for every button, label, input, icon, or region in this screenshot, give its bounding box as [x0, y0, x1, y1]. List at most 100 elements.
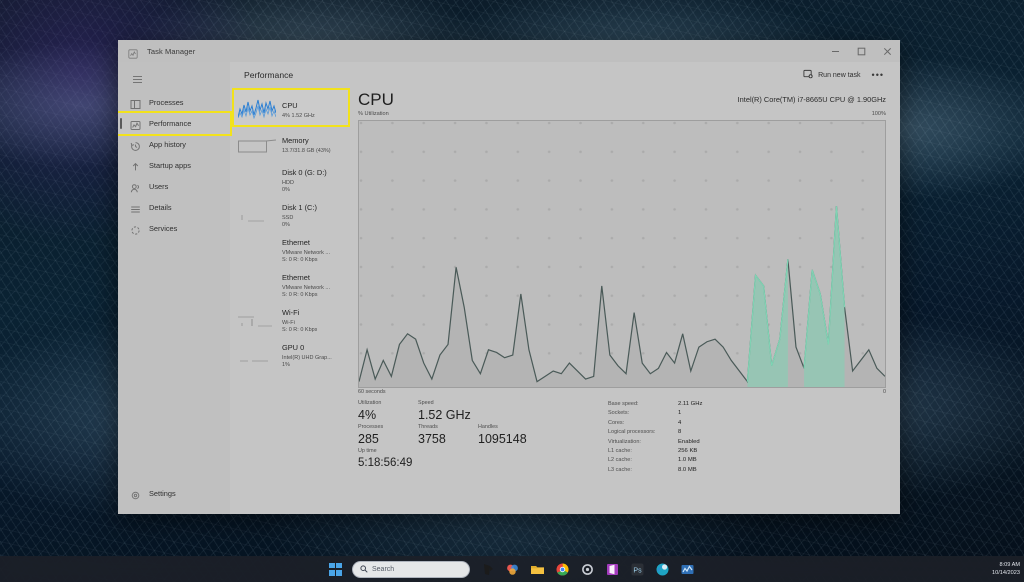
- sidebar-item-services[interactable]: Services: [118, 218, 230, 239]
- maximize-button[interactable]: [848, 40, 874, 62]
- stats-row: Utilization 4% Speed 1.52 GHz: [358, 399, 608, 423]
- run-new-task-icon: [803, 66, 813, 84]
- cpu-stats-left: Utilization 4% Speed 1.52 GHz Processes …: [358, 399, 608, 475]
- perf-item-ethernet-2[interactable]: Ethernet VMware Network ... S: 0 R: 0 Kb…: [234, 265, 348, 300]
- window-title: Task Manager: [147, 46, 196, 56]
- task-manager-window: Task Manager Processes Performance App h…: [118, 40, 900, 514]
- perf-item-sub1: HDD: [282, 179, 294, 186]
- taskbar-app-taskmanager[interactable]: [680, 562, 695, 577]
- stat-label: Handles: [478, 424, 498, 430]
- spec-value: 1: [678, 410, 682, 417]
- taskbar-app-taskview[interactable]: [480, 562, 495, 577]
- stats-row: Up time 5:18:56:49: [358, 447, 608, 471]
- taskbar-app-office[interactable]: [605, 562, 620, 577]
- stat-label: Threads: [418, 424, 438, 430]
- perf-item-text: Disk 1 (C:) SSD 0%: [282, 197, 317, 229]
- perf-item-title: CPU: [282, 101, 298, 110]
- perf-item-title: Disk 0 (G: D:): [282, 167, 327, 177]
- taskbar-app-copilot[interactable]: [505, 562, 520, 577]
- perf-item-text: Memory 13.7/31.8 GB (43%): [282, 130, 331, 155]
- minimize-button[interactable]: [822, 40, 848, 62]
- gpu0-mini-graph: [238, 342, 276, 364]
- stat-value: 3758: [418, 432, 446, 446]
- app-history-icon: [130, 139, 141, 151]
- windows-start-icon[interactable]: [329, 562, 342, 576]
- sidebar-item-startup-apps[interactable]: Startup apps: [118, 155, 230, 176]
- cpu-detail-panel: CPU Intel(R) Core(TM) i7-8665U CPU @ 1.9…: [352, 88, 900, 514]
- performance-resource-list[interactable]: CPU 4% 1.52 GHz Memory 13.7/31.8 GB (43%…: [230, 88, 352, 514]
- run-new-task-button[interactable]: Run new task: [798, 64, 865, 86]
- perf-item-disk1[interactable]: Disk 1 (C:) SSD 0%: [234, 195, 348, 230]
- details-icon: [130, 202, 141, 213]
- perf-item-text: GPU 0 Intel(R) UHD Grap... 1%: [282, 337, 332, 369]
- processes-icon: [130, 97, 141, 109]
- perf-item-sub1: 13.7/31.8 GB (43%): [282, 148, 331, 154]
- perf-item-sub1: 4% 1.52 GHz: [282, 113, 315, 119]
- cpu-stats: Utilization 4% Speed 1.52 GHz Processes …: [358, 399, 886, 475]
- perf-item-title: GPU 0: [282, 342, 305, 352]
- chart-x-right-label: 0: [883, 389, 886, 395]
- chart-canvas: [359, 121, 885, 387]
- spec-value: 4: [678, 419, 682, 426]
- chart-y-axis-label: % Utilization: [358, 111, 389, 117]
- search-input[interactable]: Search: [352, 560, 470, 578]
- spec-label: Sockets:: [608, 410, 630, 417]
- sidebar-item-performance[interactable]: Performance: [118, 111, 232, 136]
- stat-processes: Processes 285: [358, 423, 418, 447]
- spec-row: Base speed: 2.11 GHz: [608, 400, 886, 409]
- stat-label: Up time: [358, 448, 377, 454]
- taskbar-clock[interactable]: 8:09 AM 10/14/2023: [992, 556, 1020, 582]
- cpu-model-label: Intel(R) Core(TM) i7-8665U CPU @ 1.90GHz: [737, 95, 886, 104]
- sidebar-item-users[interactable]: Users: [118, 176, 230, 197]
- perf-item-cpu[interactable]: CPU 4% 1.52 GHz: [232, 88, 350, 127]
- spec-row: L2 cache: 1.0 MB: [608, 456, 886, 465]
- taskbar-app-explorer[interactable]: [530, 562, 545, 577]
- perf-item-memory[interactable]: Memory 13.7/31.8 GB (43%): [234, 125, 348, 160]
- perf-item-disk0[interactable]: Disk 0 (G: D:) HDD 0%: [234, 160, 348, 195]
- perf-item-text: CPU 4% 1.52 GHz: [282, 95, 315, 120]
- perf-item-title: Wi-Fi: [282, 307, 300, 317]
- perf-item-sub2: S: 0 R: 0 Kbps: [282, 256, 318, 263]
- taskbar: Search Ps 8:09 AM 10/14/2023: [0, 556, 1024, 582]
- perf-item-text: Wi-Fi Wi-Fi S: 0 R: 0 Kbps: [282, 302, 317, 334]
- sidebar-label: Processes: [149, 98, 184, 107]
- more-options-button[interactable]: •••: [866, 69, 890, 81]
- sidebar-label: Services: [149, 224, 178, 233]
- taskbar-app-settings[interactable]: [580, 562, 595, 577]
- sidebar-item-settings[interactable]: Settings: [118, 483, 230, 504]
- wifi-mini-graph: [238, 307, 276, 329]
- sidebar-item-details[interactable]: Details: [118, 197, 230, 218]
- cpu-mini-graph: [237, 97, 277, 119]
- spec-label: Virtualization:: [608, 438, 641, 445]
- spec-value: 2.11 GHz: [678, 401, 703, 407]
- taskbar-app-photoshop[interactable]: Ps: [630, 562, 645, 577]
- spec-value: 1.0 MB: [678, 457, 697, 464]
- hamburger-icon[interactable]: [118, 66, 230, 92]
- taskbar-app-edge[interactable]: [655, 562, 670, 577]
- perf-item-gpu0[interactable]: GPU 0 Intel(R) UHD Grap... 1%: [234, 335, 348, 370]
- startup-apps-icon: [130, 160, 141, 171]
- sidebar-label: Startup apps: [149, 161, 191, 170]
- window-titlebar[interactable]: Task Manager: [118, 40, 900, 62]
- spec-row: Sockets: 1: [608, 409, 886, 418]
- stat-value: 285: [358, 432, 379, 446]
- perf-item-text: Ethernet VMware Network ... S: 0 R: 0 Kb…: [282, 232, 330, 264]
- perf-item-sub2: 1%: [282, 361, 290, 368]
- sidebar-item-processes[interactable]: Processes: [118, 92, 230, 113]
- perf-item-wifi[interactable]: Wi-Fi Wi-Fi S: 0 R: 0 Kbps: [234, 300, 348, 335]
- sidebar-label: App history: [149, 140, 186, 149]
- perf-item-title: Ethernet: [282, 272, 310, 282]
- chart-y-max-label: 100%: [871, 111, 886, 117]
- spec-row: L1 cache: 256 KB: [608, 447, 886, 456]
- spec-row: Virtualization: Enabled: [608, 438, 886, 447]
- perf-item-title: Memory: [282, 136, 309, 145]
- sidebar-item-app-history[interactable]: App history: [118, 134, 230, 155]
- stat-uptime: Up time 5:18:56:49: [358, 447, 444, 471]
- perf-item-ethernet-1[interactable]: Ethernet VMware Network ... S: 0 R: 0 Kb…: [234, 230, 348, 265]
- perf-item-title: Disk 1 (C:): [282, 202, 317, 212]
- close-button[interactable]: [874, 40, 900, 62]
- users-icon: [130, 181, 141, 193]
- perf-item-sub1: SSD: [282, 214, 294, 221]
- taskbar-app-chrome[interactable]: [555, 562, 570, 577]
